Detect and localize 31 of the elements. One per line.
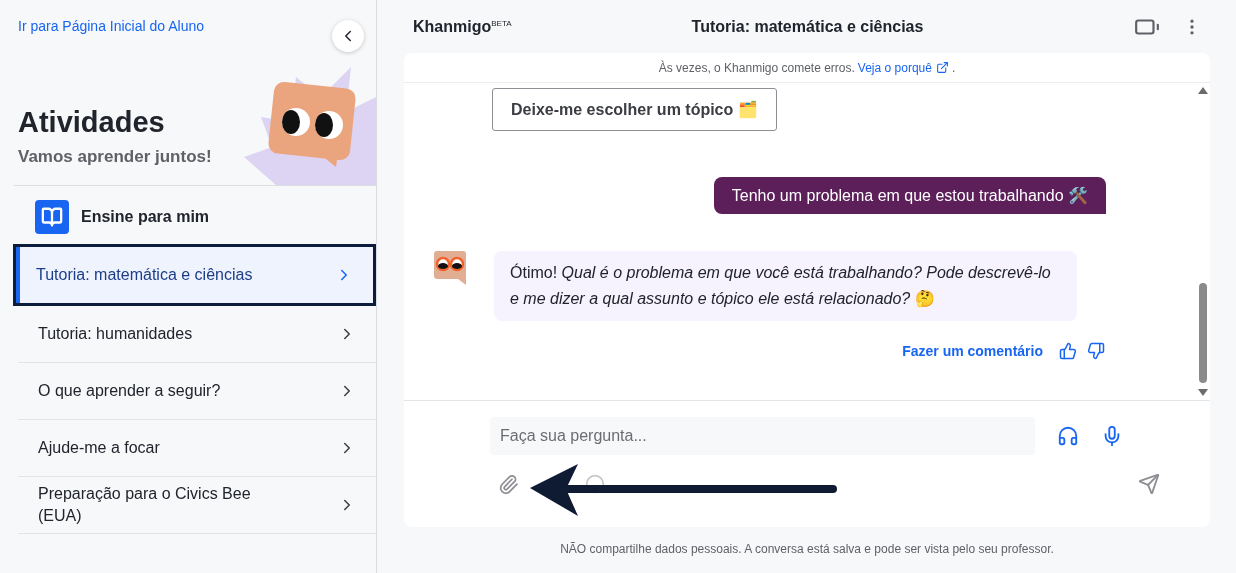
activity-item[interactable]: O que aprender a seguir? (18, 363, 376, 420)
user-message: Tenho um problema em que estou trabalhando 🛠 (713, 177, 1106, 214)
activity-item[interactable]: Preparação para o Civics Bee (EUA) (18, 477, 376, 534)
external-link-icon (935, 61, 949, 74)
question-field[interactable]: Faça sua pergunta... (490, 417, 1035, 455)
sidebar-subtitle: Vamos aprender juntos! (18, 147, 212, 167)
scroll-down-icon[interactable] (1198, 389, 1208, 396)
period-text: . (951, 60, 956, 75)
why-link[interactable]: Veja o porquê (857, 60, 949, 75)
feedback-link[interactable]: Fazer um comentário (902, 343, 1043, 359)
section-heading: Ensine para mim (81, 208, 210, 226)
topic-option-button[interactable]: Deixe-me escolher um tópico 🗂 (492, 88, 777, 131)
tutor-avatar-icon (432, 251, 468, 285)
tutor-message: Ótimo! Qual é o problema em que você está trabalhando? Pode descrevê-lo e me dizer a qual assunto e tópico ele está relacionado? 🤔 (494, 251, 1077, 321)
send-icon[interactable] (1138, 473, 1160, 495)
book-icon (35, 200, 69, 234)
brand-name: Khanmigo$^{BETA}$ (413, 17, 513, 36)
thumbs-down-icon[interactable] (1087, 342, 1105, 360)
chat-title: Tutoria: matemática e ciências (691, 17, 924, 36)
disclaimer-text: Às vezes, o Khanmigo comete erros. (658, 60, 855, 75)
scroll-up-icon[interactable] (1198, 87, 1208, 94)
home-link[interactable]: Ir para Página Inicial do Aluno (18, 18, 204, 34)
activity-item[interactable]: Tutoria: humanidades (18, 306, 376, 363)
scroll-thumb[interactable] (1199, 283, 1207, 383)
thumbs-up-icon[interactable] (1059, 342, 1077, 360)
headphones-icon[interactable] (1057, 425, 1079, 447)
sidebar-title: Atividades (18, 106, 166, 139)
activity-item[interactable]: Tutoria: matemática e ciências (13, 244, 376, 306)
paperclip-icon[interactable] (498, 473, 519, 495)
privacy-note: NÃO compartilhe dados pessoais. A conversa está salva e pode ser vista pelo seu professor. (559, 541, 1055, 556)
activity-item[interactable]: Ajude-me a focar (18, 420, 376, 477)
